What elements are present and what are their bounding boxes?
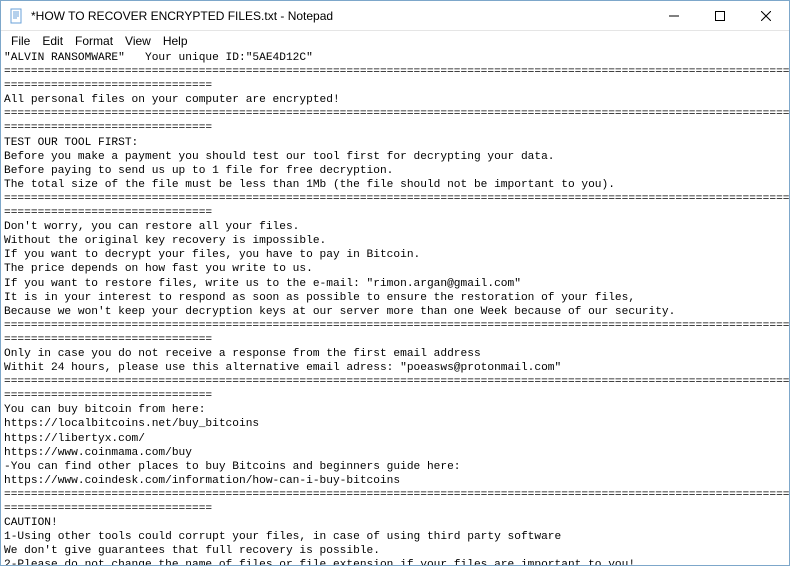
menu-view[interactable]: View [119,33,157,49]
window-controls [651,1,789,30]
menu-file[interactable]: File [5,33,36,49]
titlebar[interactable]: *HOW TO RECOVER ENCRYPTED FILES.txt - No… [1,1,789,31]
minimize-button[interactable] [651,1,697,30]
maximize-button[interactable] [697,1,743,30]
menu-edit[interactable]: Edit [36,33,69,49]
app-icon [9,8,25,24]
text-area[interactable]: "ALVIN RANSOMWARE" Your unique ID:"5AE4D… [1,50,789,565]
menu-format[interactable]: Format [69,33,119,49]
close-button[interactable] [743,1,789,30]
notepad-window: *HOW TO RECOVER ENCRYPTED FILES.txt - No… [0,0,790,566]
menu-help[interactable]: Help [157,33,194,49]
menubar: File Edit Format View Help [1,31,789,50]
window-title: *HOW TO RECOVER ENCRYPTED FILES.txt - No… [31,9,333,23]
